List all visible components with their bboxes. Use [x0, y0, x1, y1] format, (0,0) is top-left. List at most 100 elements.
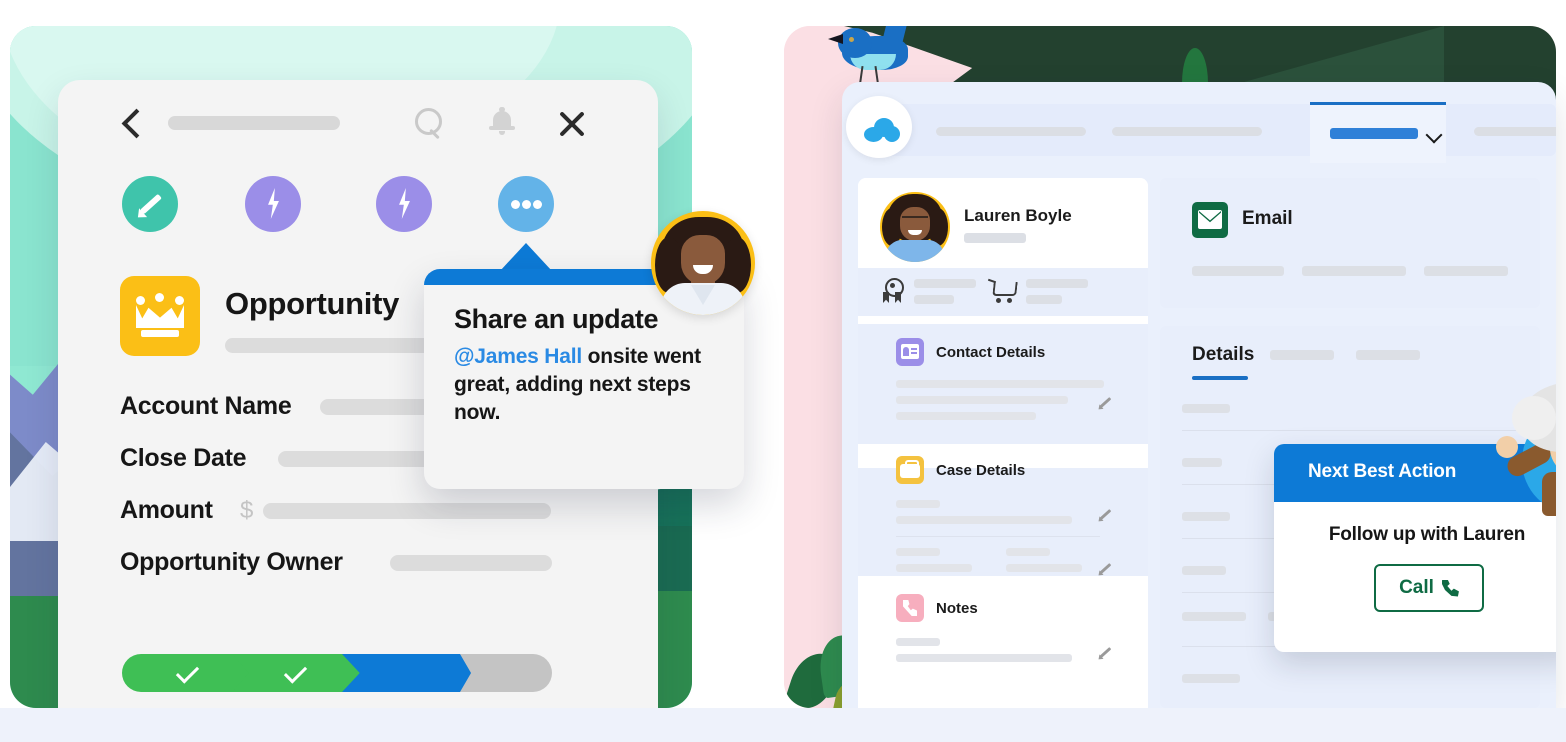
field-placeholder: [896, 380, 1104, 388]
divider: [896, 536, 1100, 537]
record-title-placeholder: [168, 116, 340, 130]
tab-placeholder[interactable]: [1270, 350, 1334, 360]
pencil-icon[interactable]: [1096, 396, 1112, 412]
record-topbar: [58, 80, 658, 172]
page-title: Opportunity: [225, 286, 400, 321]
meta-value-placeholder: [914, 295, 954, 304]
pencil-icon[interactable]: [1096, 562, 1112, 578]
sales-path[interactable]: [122, 654, 552, 692]
id-card-photo: [903, 347, 909, 356]
nav-item-placeholder[interactable]: [1112, 127, 1262, 136]
details-tab-label[interactable]: Details: [1192, 344, 1254, 366]
id-card-line: [911, 348, 917, 350]
bird-head: [838, 28, 872, 58]
pencil-icon[interactable]: [1096, 508, 1112, 524]
pencil-icon: [133, 190, 164, 222]
cart-wheel: [996, 298, 1001, 303]
close-icon[interactable]: [554, 106, 590, 142]
divider: [1182, 430, 1518, 431]
crown-bead-left: [136, 296, 145, 305]
bottom-strip: [0, 708, 1566, 742]
phone-icon: [1441, 579, 1459, 597]
flow-action-1-button[interactable]: [245, 176, 301, 232]
nba-header-label: Next Best Action: [1308, 461, 1457, 482]
active-tab-underline: [1192, 376, 1248, 380]
shopping-cart-icon: [987, 278, 1018, 304]
field-value-placeholder: [390, 555, 552, 571]
field-placeholder: [896, 396, 1068, 404]
salesforce-cloud-icon[interactable]: [846, 96, 912, 158]
check-icon: [285, 666, 305, 677]
briefcase-icon: [896, 456, 924, 484]
section-title: Case Details: [936, 462, 1026, 479]
screenshot-stage: Opportunity Account Name Close Date Amou…: [0, 0, 1566, 742]
badge-ribbon: [883, 292, 889, 303]
mascot-coat: [1542, 472, 1556, 516]
email-card[interactable]: Email: [1160, 178, 1540, 308]
path-stage-upcoming[interactable]: [460, 654, 552, 692]
detail-row-placeholder: [1182, 674, 1240, 683]
pencil-icon[interactable]: [1096, 646, 1112, 662]
mention-link[interactable]: @James Hall: [454, 345, 582, 368]
currency-symbol: $: [240, 497, 254, 524]
cart-wheel: [1007, 298, 1012, 303]
notification-bell-icon[interactable]: [488, 106, 520, 140]
search-icon[interactable]: [413, 106, 447, 140]
cart-basket: [992, 282, 1018, 296]
check-icon: [177, 666, 197, 677]
contact-meta-row: [858, 268, 1148, 316]
nav-item-placeholder[interactable]: [1474, 127, 1556, 136]
bird-eye: [849, 37, 854, 42]
field-label-placeholder: [1006, 548, 1050, 556]
id-card-line: [911, 352, 917, 354]
bell-lip: [489, 126, 515, 130]
bluebird-icon: [822, 26, 942, 89]
section-contact-details[interactable]: Contact Details: [858, 324, 1148, 444]
field-placeholder: [896, 654, 1072, 662]
app-navbar: [876, 102, 1556, 163]
meta-value-placeholder: [914, 279, 976, 288]
detail-row-placeholder: [1182, 566, 1226, 575]
tooltip-content: Share an update @James Hall onsite went …: [454, 303, 720, 427]
avatar-glasses: [902, 216, 928, 225]
einstein-mascot: [1494, 372, 1556, 532]
mascot-hair-left: [1512, 396, 1556, 440]
meta-value-placeholder: [1026, 279, 1088, 288]
section-notes[interactable]: Notes: [858, 576, 1148, 708]
detail-row-placeholder: [1182, 612, 1246, 621]
call-button-label: Call: [1399, 577, 1434, 598]
bird-beak: [828, 34, 843, 44]
avatar-shirt: [886, 240, 944, 262]
chevron-left-icon[interactable]: [120, 112, 142, 134]
id-card-icon: [896, 338, 924, 366]
detail-row-placeholder: [1182, 404, 1230, 413]
call-button[interactable]: Call: [1374, 564, 1484, 612]
avatar: [651, 211, 755, 315]
envelope-icon: [1192, 202, 1228, 238]
edit-action-button[interactable]: [122, 176, 178, 232]
field-placeholder: [1006, 564, 1082, 572]
pencil-shaft: [140, 193, 162, 215]
crown-bead-mid: [155, 293, 164, 302]
field-label-placeholder: [896, 500, 940, 508]
badge-ribbon: [895, 292, 901, 303]
crown-base: [141, 330, 179, 337]
briefcase-body: [900, 464, 920, 478]
meta-value-placeholder: [1026, 295, 1062, 304]
flow-action-2-button[interactable]: [376, 176, 432, 232]
tab-placeholder[interactable]: [1356, 350, 1420, 360]
contact-column: Lauren Boyle Contact Details Case Detail…: [858, 178, 1148, 708]
email-field-placeholder: [1302, 266, 1406, 276]
more-action-button[interactable]: [498, 176, 554, 232]
tooltip-tail: [500, 243, 552, 271]
field-label: Amount: [120, 496, 213, 524]
section-title: Notes: [936, 600, 978, 617]
avatar-face: [681, 235, 725, 285]
field-placeholder: [896, 412, 1036, 420]
field-value-placeholder: [263, 503, 551, 519]
field-label: Opportunity Owner: [120, 548, 343, 576]
email-card-title: Email: [1242, 208, 1293, 229]
nav-item-placeholder[interactable]: [936, 127, 1086, 136]
contact-subtitle-placeholder: [964, 233, 1026, 243]
email-field-placeholder: [1424, 266, 1508, 276]
